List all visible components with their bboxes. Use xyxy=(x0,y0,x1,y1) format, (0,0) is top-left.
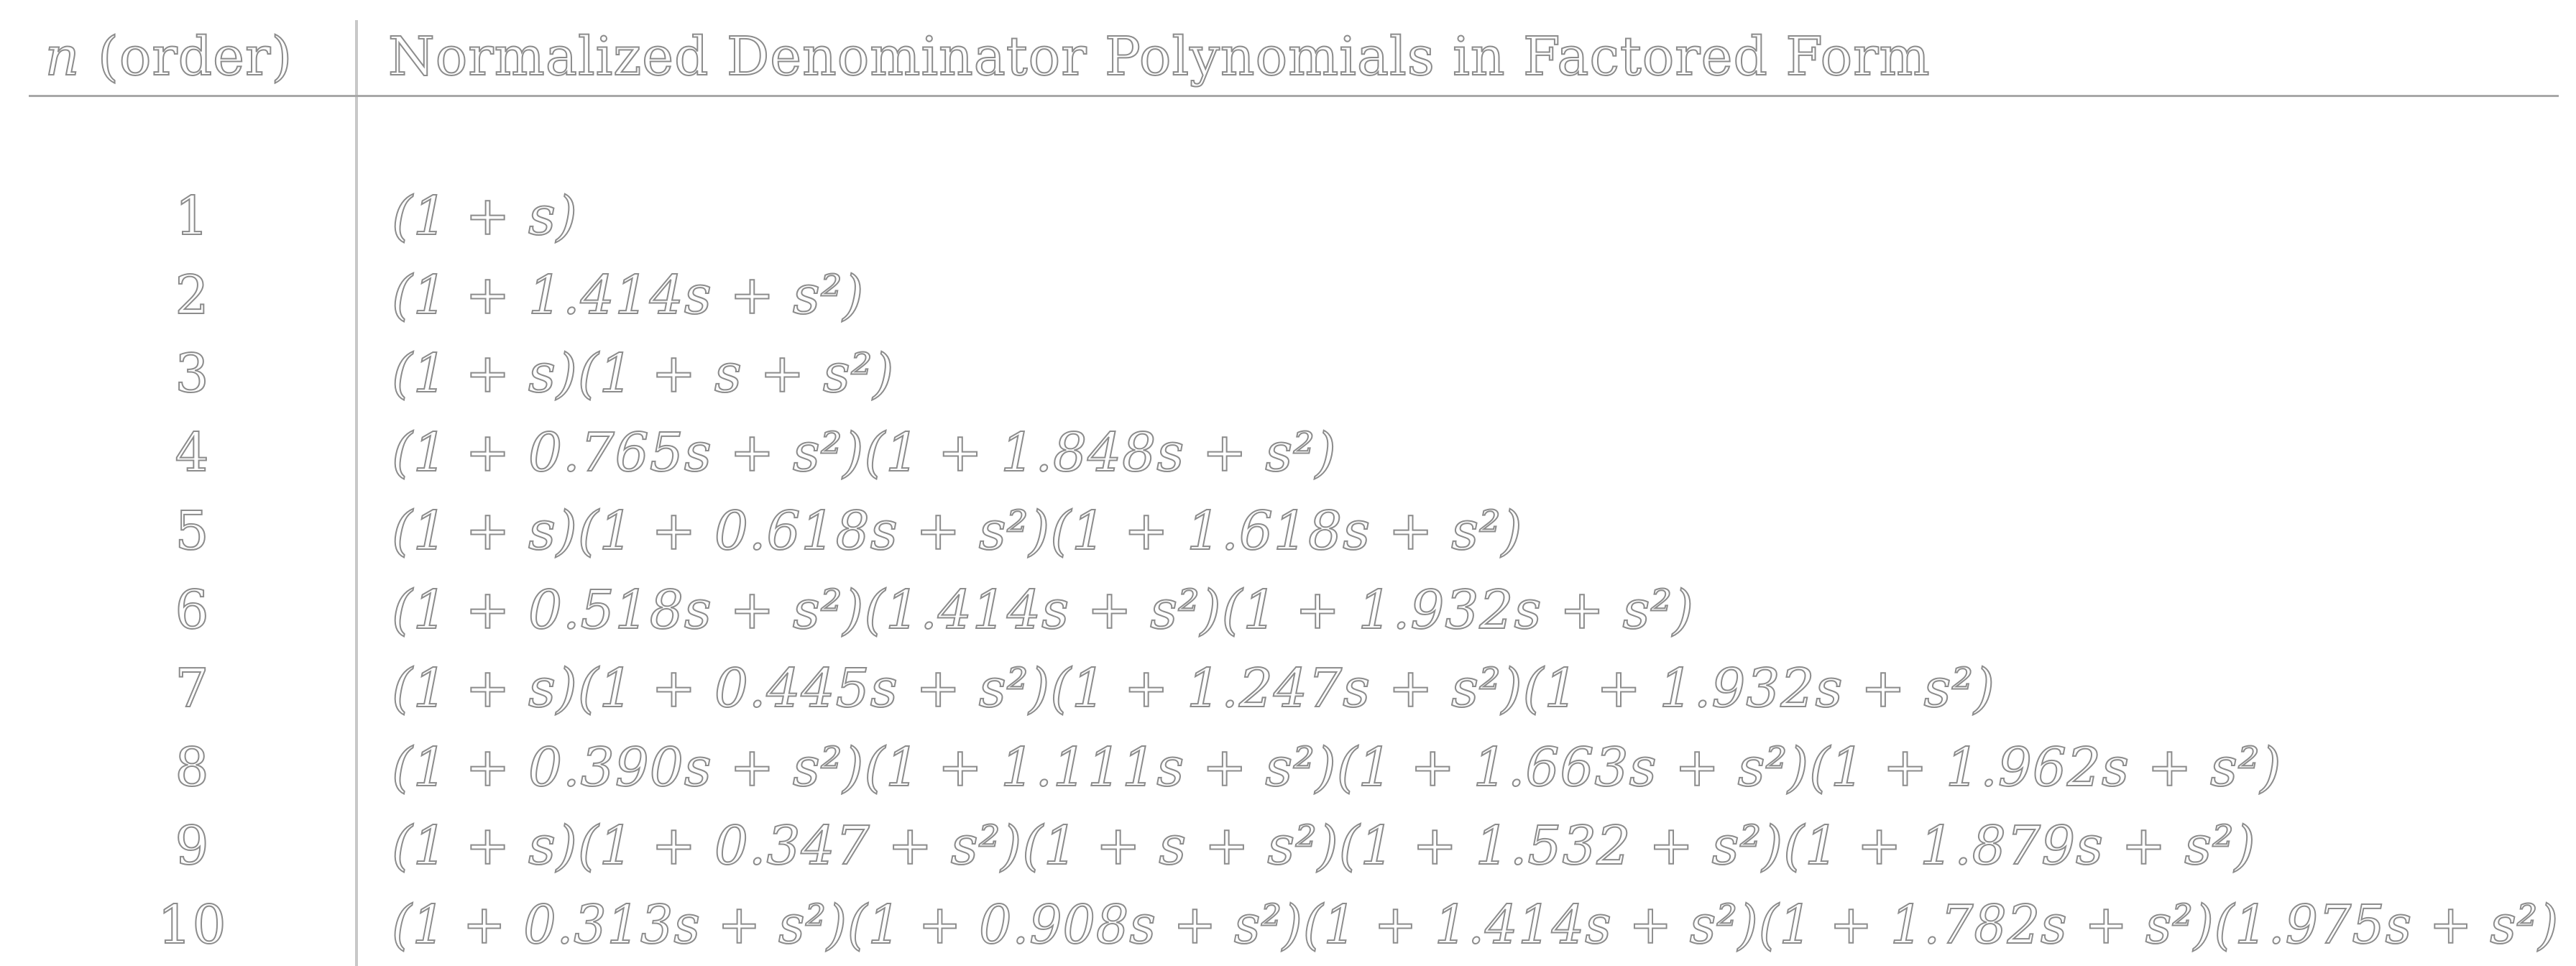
header-rule xyxy=(29,95,2559,97)
polynomial-cell: (1 + 0.518s + s²)(1.414s + s²)(1 + 1.932… xyxy=(391,579,1695,642)
polynomial-cell: (1 + 0.313s + s²)(1 + 0.908s + s²)(1 + 1… xyxy=(391,893,2559,957)
table-row: 5 (1 + s)(1 + 0.618s + s²)(1 + 1.618s + … xyxy=(0,492,2576,571)
order-label: (order) xyxy=(80,25,293,88)
polynomial-cell: (1 + s)(1 + 0.618s + s²)(1 + 1.618s + s²… xyxy=(391,500,1523,563)
order-cell: 6 xyxy=(174,579,210,642)
order-cell: 4 xyxy=(174,421,210,484)
table-row: 2 (1 + 1.414s + s²) xyxy=(0,257,2576,336)
table-row: 7 (1 + s)(1 + 0.445s + s²)(1 + 1.247s + … xyxy=(0,650,2576,729)
table-row: 4 (1 + 0.765s + s²)(1 + 1.848s + s²) xyxy=(0,414,2576,493)
polynomial-cell: (1 + s)(1 + s + s²) xyxy=(391,342,895,405)
table-row: 6 (1 + 0.518s + s²)(1.414s + s²)(1 + 1.9… xyxy=(0,571,2576,650)
order-cell: 10 xyxy=(157,893,227,957)
polynomial-cell: (1 + s)(1 + 0.445s + s²)(1 + 1.247s + s²… xyxy=(391,657,1995,720)
table-row: 1 (1 + s) xyxy=(0,178,2576,257)
table-row: 8 (1 + 0.390s + s²)(1 + 1.111s + s²)(1 +… xyxy=(0,729,2576,808)
table-row: 9 (1 + s)(1 + 0.347 + s²)(1 + s + s²)(1 … xyxy=(0,807,2576,886)
table-row: 3 (1 + s)(1 + s + s²) xyxy=(0,335,2576,414)
order-cell: 2 xyxy=(174,264,210,327)
polynomial-cell: (1 + s)(1 + 0.347 + s²)(1 + s + s²)(1 + … xyxy=(391,814,2256,878)
order-cell: 9 xyxy=(174,814,210,878)
order-cell: 5 xyxy=(174,500,210,563)
polynomial-cell: (1 + 1.414s + s²) xyxy=(391,264,865,327)
table-row: 10 (1 + 0.313s + s²)(1 + 0.908s + s²)(1 … xyxy=(0,886,2576,965)
table-body: 1 (1 + s) 2 (1 + 1.414s + s²) 3 (1 + s)(… xyxy=(0,178,2576,965)
polynomial-column-header: Normalized Denominator Polynomials in Fa… xyxy=(387,25,1931,88)
order-cell: 8 xyxy=(174,736,210,799)
order-cell: 1 xyxy=(174,185,210,248)
order-variable: n xyxy=(45,25,80,88)
order-cell: 3 xyxy=(174,342,210,405)
polynomial-cell: (1 + s) xyxy=(391,185,578,248)
polynomial-cell: (1 + 0.390s + s²)(1 + 1.111s + s²)(1 + 1… xyxy=(391,736,2282,799)
polynomial-cell: (1 + 0.765s + s²)(1 + 1.848s + s²) xyxy=(391,421,1337,484)
order-cell: 7 xyxy=(174,657,210,720)
order-column-header: n (order) xyxy=(0,17,338,96)
